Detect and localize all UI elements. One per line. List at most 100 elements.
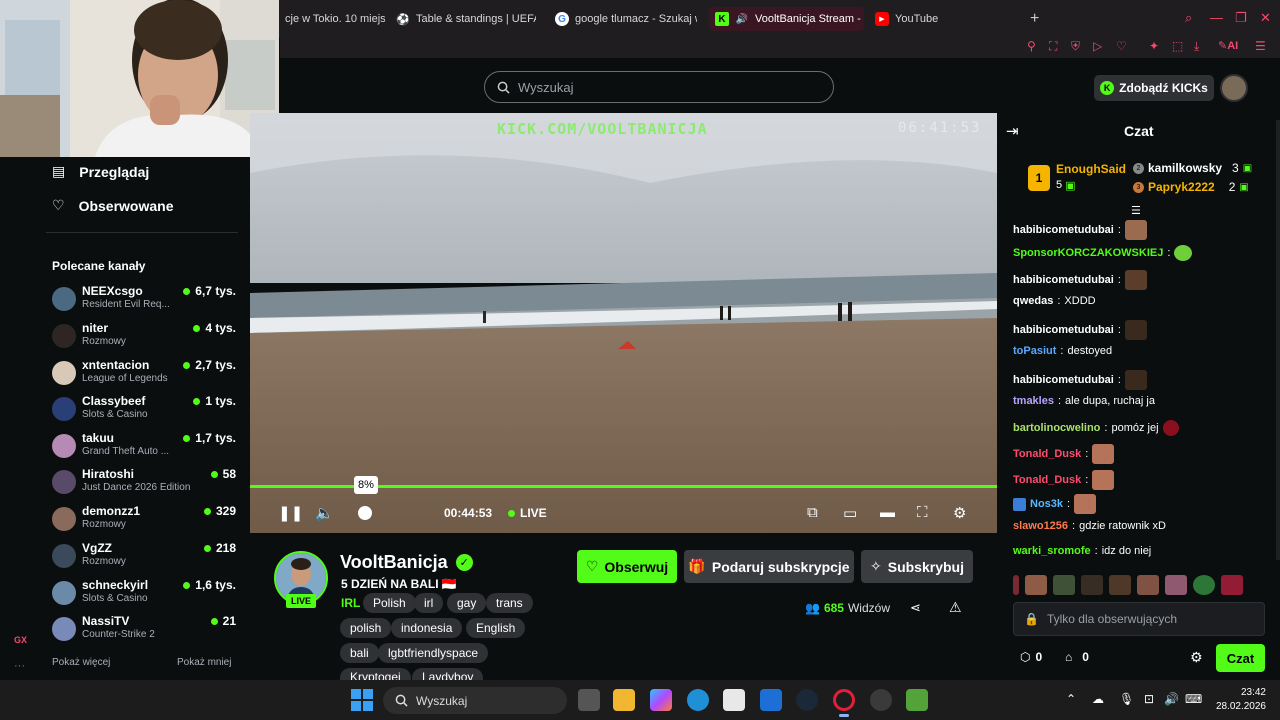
chat-username[interactable]: qwedas xyxy=(1013,295,1053,307)
report-icon[interactable]: ⚠ xyxy=(949,599,962,616)
gift-subs-button[interactable]: 🎁 Podaruj subskrypcje xyxy=(684,550,854,583)
tag-chip[interactable]: Polish xyxy=(363,593,416,613)
leaderboard-name[interactable]: EnoughSaid xyxy=(1056,162,1126,176)
channel-item[interactable]: niter Rozmowy 4 tys. xyxy=(52,321,236,355)
chat-username[interactable]: SponsorKORCZAKOWSKIEJ xyxy=(1013,247,1163,259)
heart-icon[interactable]: ♡ xyxy=(1116,39,1127,53)
tag-chip[interactable]: lgbtfriendlyspace xyxy=(378,643,489,663)
sidebar-item-following[interactable]: ♡ Obserwowane xyxy=(52,197,173,214)
clip-icon[interactable]: ▭ xyxy=(843,504,857,522)
share-icon[interactable]: ⋖ xyxy=(910,600,921,616)
tag-chip[interactable]: gay xyxy=(447,593,487,613)
show-less-link[interactable]: Pokaż mniej xyxy=(177,657,231,668)
outlook-icon[interactable] xyxy=(760,689,782,711)
keyboard-icon[interactable]: ⌨ xyxy=(1185,692,1202,706)
gx-sidebar-icon[interactable]: GX xyxy=(14,635,27,645)
tray-app-icon[interactable]: ☁ xyxy=(1092,692,1104,706)
browser-tab[interactable]: G google tlumacz - Szukaj w xyxy=(555,7,697,31)
store-icon[interactable] xyxy=(723,689,745,711)
video-player[interactable] xyxy=(250,113,997,533)
task-view-icon[interactable] xyxy=(578,689,600,711)
leaderboard-row[interactable]: 2 kamilkowsky 3 ▣ xyxy=(1133,161,1252,175)
channel-item[interactable]: VgZZ Rozmowy 218 xyxy=(52,541,236,575)
steam-icon[interactable] xyxy=(796,689,818,711)
discord-icon[interactable] xyxy=(870,689,892,711)
tag-chip[interactable]: bali xyxy=(340,643,379,663)
browser-tab[interactable]: ⚽ Table & standings | UEFA C xyxy=(396,7,536,31)
chat-username[interactable]: habibicometudubai xyxy=(1013,274,1114,286)
play-icon[interactable]: ▷ xyxy=(1093,39,1102,53)
channel-item[interactable]: demonzz1 Rozmowy 329 xyxy=(52,504,236,538)
channel-item[interactable]: NassiTV Counter-Strike 2 21 xyxy=(52,614,236,648)
subscribe-button[interactable]: ✧ Subskrybuj xyxy=(861,550,973,583)
browser-tab[interactable]: ▶ YouTube xyxy=(875,7,955,31)
picture-in-picture-icon[interactable]: ⧉ xyxy=(807,504,818,521)
extensions-icon[interactable]: ✦ xyxy=(1149,39,1159,53)
tag-chip[interactable]: trans xyxy=(486,593,533,613)
chat-username[interactable]: habibicometudubai xyxy=(1013,224,1114,236)
file-explorer-icon[interactable] xyxy=(613,689,635,711)
opera-gx-icon[interactable] xyxy=(833,689,855,711)
network-icon[interactable]: ⊡ xyxy=(1144,692,1154,706)
close-icon[interactable]: ✕ xyxy=(1260,10,1271,26)
tag-chip[interactable]: Kryptogei xyxy=(340,668,411,680)
follow-button[interactable]: ♡ Obserwuj xyxy=(577,550,677,583)
tag-chip[interactable]: Laydyboy xyxy=(412,668,484,680)
chat-username[interactable]: warki_sromofe xyxy=(1013,545,1091,557)
windows-start-icon[interactable] xyxy=(351,689,373,711)
show-hidden-icons[interactable]: ⌃ xyxy=(1066,692,1076,706)
chat-username[interactable]: habibicometudubai xyxy=(1013,374,1114,386)
wallet-icon[interactable]: ⬚ xyxy=(1172,39,1183,53)
tag-chip[interactable]: polish xyxy=(340,618,392,638)
collapse-chat-icon[interactable]: ⇥ xyxy=(1006,122,1019,140)
theater-mode-icon[interactable]: ▬ xyxy=(880,504,895,521)
chat-username[interactable]: Nos3k xyxy=(1030,498,1063,510)
edge-icon[interactable] xyxy=(687,689,709,711)
stream-category[interactable]: IRL xyxy=(341,596,360,610)
chat-username[interactable]: habibicometudubai xyxy=(1013,324,1114,336)
clock[interactable]: 23:42 28.02.2026 xyxy=(1212,686,1266,714)
tag-chip[interactable]: irl xyxy=(414,593,444,613)
shield-icon[interactable]: ⛨ xyxy=(1071,39,1080,54)
chat-username[interactable]: toPasiut xyxy=(1013,345,1056,357)
chat-username[interactable]: Tonald_Dusk xyxy=(1013,448,1081,460)
browser-tab[interactable]: cje w Tokio. 10 miejs xyxy=(285,7,385,31)
chat-settings-icon[interactable]: ⚙ xyxy=(1190,649,1203,666)
chat-input[interactable]: 🔒 Tylko dla obserwujących xyxy=(1013,602,1265,636)
fullscreen-icon[interactable]: ⛶ xyxy=(917,504,928,521)
leaderboard-row[interactable]: 3 Papryk2222 2 ▣ xyxy=(1133,180,1249,194)
download-icon[interactable]: ⤓ xyxy=(1194,39,1199,54)
pause-icon[interactable]: ❚❚ xyxy=(278,504,303,522)
chat-username[interactable]: tmakles xyxy=(1013,395,1054,407)
live-indicator[interactable]: LIVE xyxy=(508,506,547,520)
user-avatar[interactable] xyxy=(1220,74,1248,102)
search-input[interactable]: Wyszukaj xyxy=(484,71,834,103)
minimize-icon[interactable]: — xyxy=(1210,10,1223,25)
taskbar-search[interactable]: Wyszukaj xyxy=(383,687,567,714)
expand-leaderboard-icon[interactable]: ☰ xyxy=(1131,204,1141,217)
get-kicks-button[interactable]: K Zdobądź KICKs xyxy=(1094,75,1214,101)
app-icon[interactable] xyxy=(906,689,928,711)
show-more-link[interactable]: Pokaż więcej xyxy=(52,657,110,668)
chat-send-button[interactable]: Czat xyxy=(1216,644,1265,672)
speaker-icon[interactable]: 🔊 xyxy=(1164,692,1179,706)
tag-chip[interactable]: English xyxy=(466,618,526,638)
channel-item[interactable]: Hiratoshi Just Dance 2026 Edition 58 xyxy=(52,467,236,501)
copilot-icon[interactable] xyxy=(650,689,672,711)
speaker-icon[interactable]: 🔊 xyxy=(735,12,749,26)
settings-icon[interactable]: ⚙ xyxy=(953,504,966,522)
new-tab-icon[interactable]: + xyxy=(1030,10,1039,28)
microphone-icon[interactable]: 🎙 xyxy=(1119,692,1134,706)
channel-item[interactable]: schneckyirl Slots & Casino 1,6 tys. xyxy=(52,578,236,612)
maximize-icon[interactable]: ❐ xyxy=(1235,10,1247,26)
channel-item[interactable]: takuu Grand Theft Auto ... 1,7 tys. xyxy=(52,431,236,465)
drops-counter[interactable]: ⌂ 0 xyxy=(1065,650,1089,664)
chat-username[interactable]: Tonald_Dusk xyxy=(1013,474,1081,486)
search-tabs-icon[interactable]: ⌕ xyxy=(1185,10,1192,26)
sidebar-item-browse[interactable]: ▤ Przeglądaj xyxy=(52,163,149,180)
menu-icon[interactable]: ☰ xyxy=(1255,39,1266,53)
more-icon[interactable]: ··· xyxy=(14,660,25,672)
ai-button[interactable]: ✎AI xyxy=(1218,39,1238,52)
emote-strip[interactable] xyxy=(1013,574,1265,596)
pin-icon[interactable]: ⚲ xyxy=(1027,39,1036,53)
